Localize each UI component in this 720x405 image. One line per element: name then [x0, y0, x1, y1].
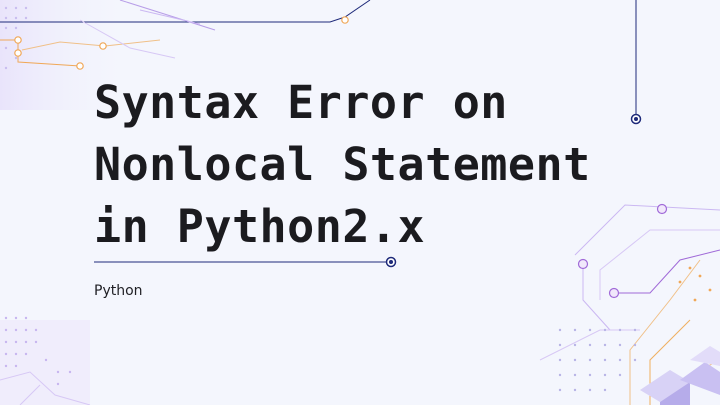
- bottom-right-dot-grid: [558, 328, 637, 392]
- category-label: Python: [94, 283, 143, 299]
- bottom-right-accent-dots: [678, 266, 712, 302]
- title-line-2: Nonlocal Statement: [94, 138, 591, 191]
- slide: Syntax Error on Nonlocal Statement in Py…: [0, 0, 720, 405]
- title-line-3: in Python2.x: [94, 200, 426, 253]
- bottom-right-bars: [640, 346, 720, 405]
- title-line-1: Syntax Error on: [94, 76, 508, 129]
- bottom-left-glow: [0, 320, 90, 405]
- slide-title: Syntax Error on Nonlocal Statement in Py…: [94, 72, 614, 258]
